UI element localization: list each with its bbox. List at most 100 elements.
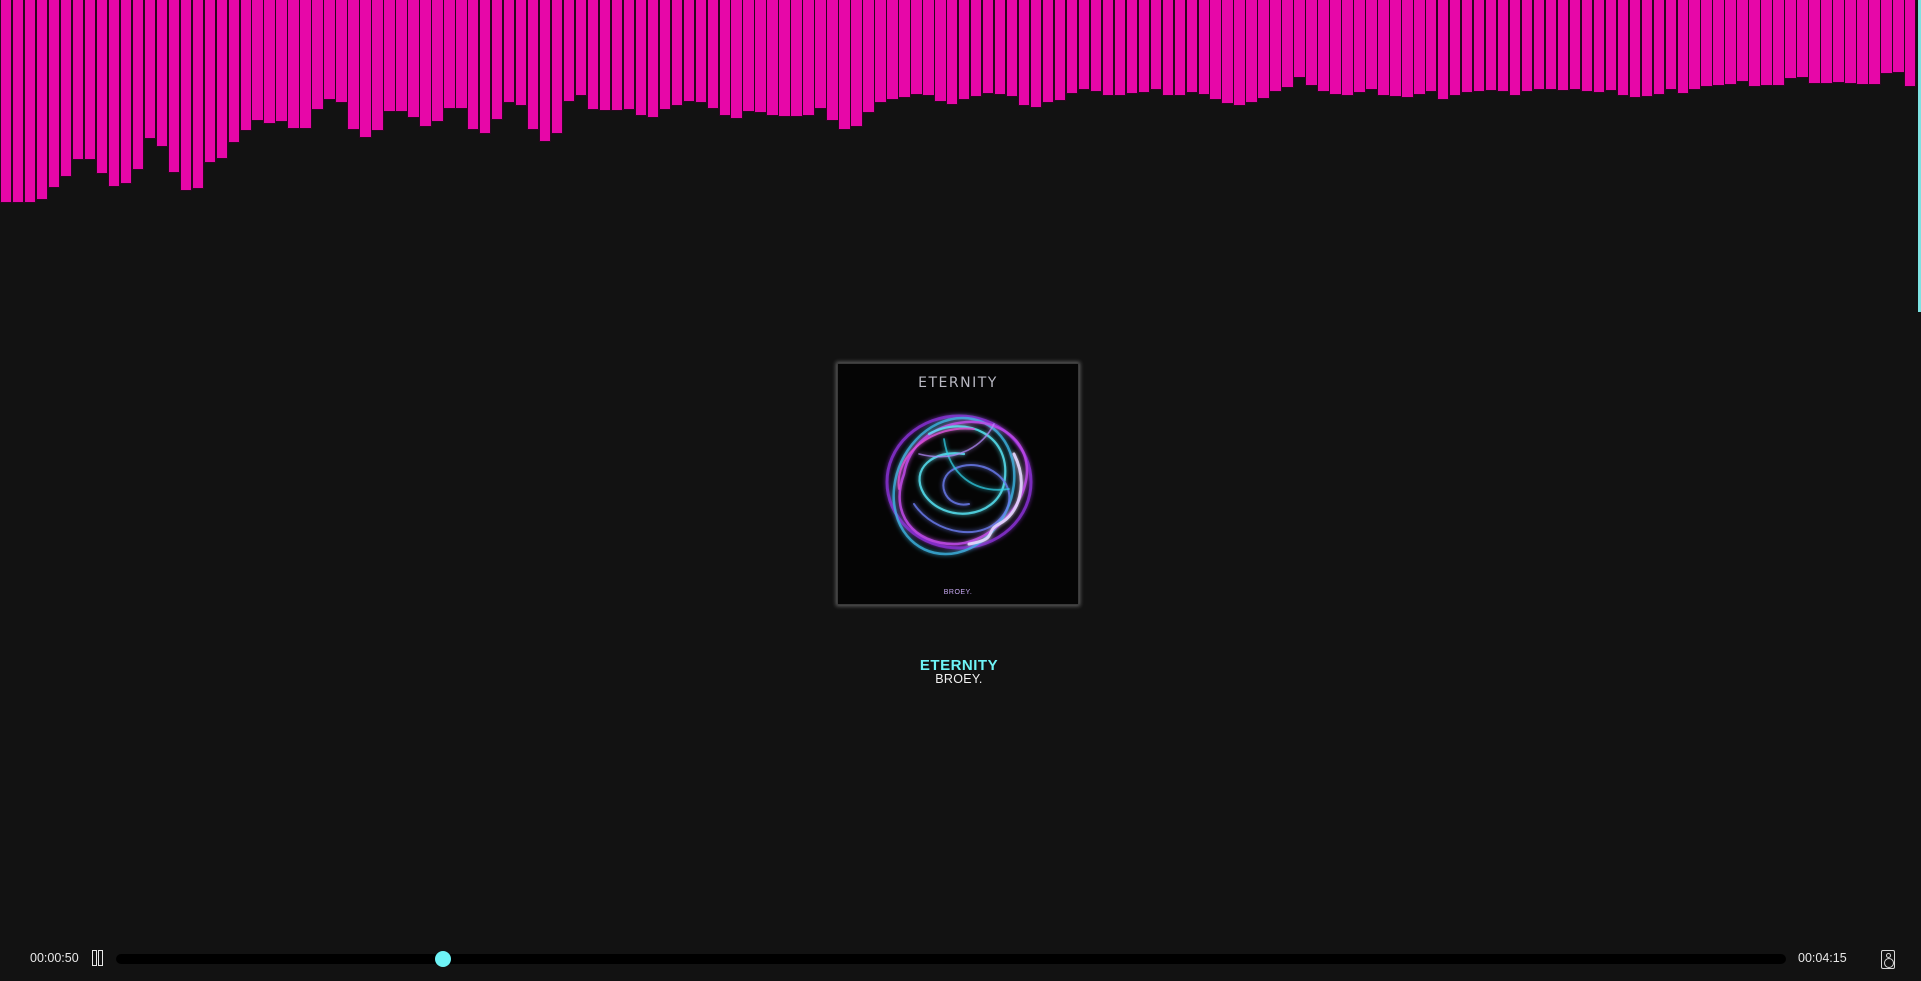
visualizer-bar (850, 0, 863, 127)
visualizer-bar (490, 0, 504, 120)
visualizer-bar (1125, 0, 1139, 94)
visualizer-bar (1305, 0, 1318, 86)
visualizer-bar (1221, 0, 1234, 104)
visualizer-bar (754, 0, 767, 113)
visualizer-bar (383, 0, 396, 112)
visualizer-bar (1784, 0, 1797, 79)
visualizer-bar (526, 0, 540, 130)
visualizer-bar (107, 0, 121, 187)
visualizer-bar (1257, 0, 1270, 99)
current-time: 00:00:50 (30, 951, 79, 965)
visualizer-bar (1532, 0, 1546, 90)
visualizer-bar (1580, 0, 1594, 92)
visualizer-bar (1856, 0, 1869, 85)
visualizer-bar (179, 0, 193, 191)
visualizer-bar (239, 0, 252, 131)
visualizer-bar (299, 0, 312, 129)
visualizer-bar (1293, 0, 1306, 78)
visualizer-bar (766, 0, 779, 116)
visualizer-bar (993, 0, 1007, 95)
visualizer-bar (1700, 0, 1713, 87)
visualizer-bar (778, 0, 791, 117)
visualizer-bar (23, 0, 37, 203)
visualizer-bar (1520, 0, 1534, 92)
visualizer-bar (1317, 0, 1330, 92)
pause-button[interactable] (92, 950, 104, 966)
visualizer-bar (1281, 0, 1294, 88)
album-art-artist-logo: BROEY. (943, 589, 973, 596)
visualizer-bar (1772, 0, 1785, 86)
audio-visualizer (0, 0, 1917, 260)
visualizer-bar (1149, 0, 1163, 90)
visualizer-bar (634, 0, 648, 116)
visualizer-bar (143, 0, 157, 139)
speaker-button[interactable] (1881, 950, 1895, 969)
visualizer-bar (1904, 0, 1917, 87)
visualizer-bar (1137, 0, 1151, 93)
total-time: 00:04:15 (1798, 951, 1847, 965)
visualizer-bar (1760, 0, 1773, 86)
visualizer-bar (538, 0, 552, 142)
visualizer-bar (1568, 0, 1582, 90)
visualizer-bar (431, 0, 444, 122)
visualizer-bar (706, 0, 719, 109)
visualizer-bar (622, 0, 636, 110)
visualizer-bar (1736, 0, 1749, 82)
visualizer-bar (1592, 0, 1606, 93)
visualizer-bar (1748, 0, 1761, 87)
visualizer-bar (502, 0, 516, 103)
visualizer-bar (874, 0, 887, 103)
visualizer-bar (359, 0, 372, 138)
visualizer-bar (251, 0, 264, 121)
visualizer-bar (1113, 0, 1127, 96)
visualizer-bar (562, 0, 576, 102)
visualizer-bar (263, 0, 276, 124)
album-art-title: ETERNITY (918, 375, 998, 391)
visualizer-bar (1544, 0, 1558, 90)
visualizer-bar (1628, 0, 1642, 98)
visualizer-bar (191, 0, 205, 189)
visualizer-bar (934, 0, 947, 102)
visualizer-bar (1460, 0, 1474, 93)
visualizer-bar (467, 0, 480, 130)
visualizer-bar (1029, 0, 1043, 108)
visualizer-bar (479, 0, 492, 134)
progress-bar[interactable] (116, 951, 1786, 967)
visualizer-bar (969, 0, 983, 97)
visualizer-bar (670, 0, 684, 106)
visualizer-bar (1712, 0, 1725, 86)
visualizer-bar (1676, 0, 1689, 94)
visualizer-bar (1065, 0, 1079, 94)
visualizer-bar (1389, 0, 1402, 97)
visualizer-bar (1448, 0, 1462, 96)
visualizer-bar (275, 0, 288, 122)
visualizer-bar (0, 0, 13, 203)
visualizer-bar (586, 0, 600, 110)
visualizer-bar (742, 0, 755, 112)
scrollbar-track[interactable] (1917, 0, 1921, 981)
visualizer-bar (35, 0, 49, 200)
visualizer-bar (1341, 0, 1354, 96)
progress-thumb[interactable] (435, 951, 452, 967)
visualizer-bar (1161, 0, 1175, 96)
visualizer-bar (802, 0, 815, 116)
album-orb-artwork (885, 414, 1033, 556)
visualizer-bar (1437, 0, 1450, 100)
visualizer-bar (1832, 0, 1845, 83)
visualizer-bar (1724, 0, 1737, 85)
visualizer-bar (1844, 0, 1857, 84)
visualizer-bar (1484, 0, 1498, 91)
visualizer-bar (1664, 0, 1677, 90)
visualizer-bar (514, 0, 528, 106)
visualizer-bar (1688, 0, 1701, 90)
visualizer-bar (1413, 0, 1426, 95)
visualizer-bar (910, 0, 923, 95)
visualizer-bar (682, 0, 696, 102)
visualizer-bar (1185, 0, 1198, 93)
visualizer-bar (83, 0, 97, 160)
visualizer-bar (335, 0, 348, 103)
visualizer-bar (1616, 0, 1630, 96)
visualizer-bar (814, 0, 827, 109)
visualizer-bar (826, 0, 839, 121)
visualizer-bar (862, 0, 875, 113)
